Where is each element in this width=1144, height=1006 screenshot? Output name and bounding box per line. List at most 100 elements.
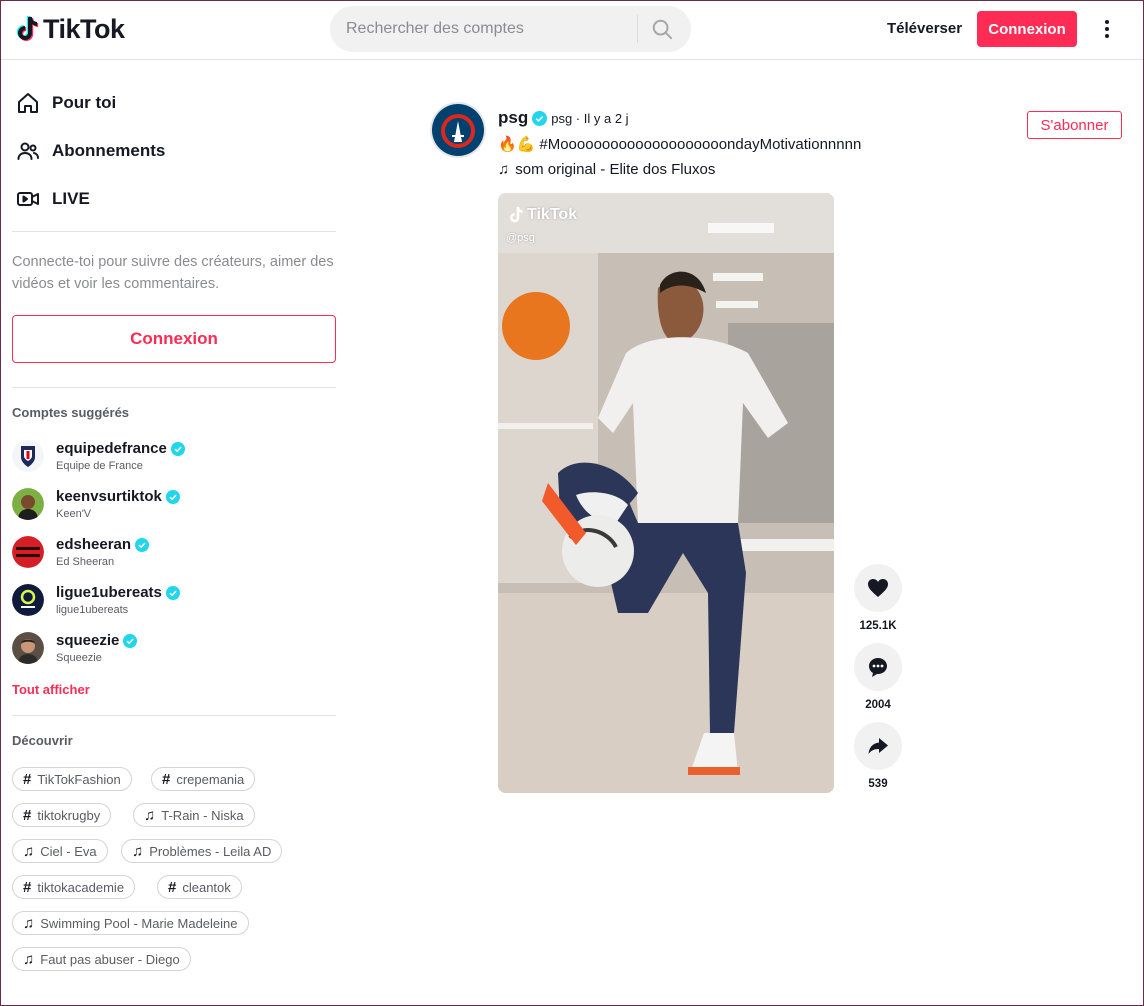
heart-icon — [868, 579, 888, 597]
verified-icon — [165, 489, 180, 504]
share-button[interactable] — [854, 722, 902, 770]
suggested-account[interactable]: equipedefrance Equipe de France — [12, 440, 312, 480]
watermark-text: TikTok — [527, 206, 578, 223]
sidebar-divider — [12, 387, 336, 388]
share-count: 539 — [868, 778, 888, 790]
tag-label: T-Rain - Niska — [161, 807, 244, 823]
video-player[interactable]: TikTok @psg — [498, 193, 834, 793]
search-icon — [652, 19, 673, 40]
music-note-icon: ♫ — [132, 842, 144, 860]
post-author-meta: psg · Il y a 2 j — [551, 110, 629, 126]
search-bar — [330, 6, 691, 52]
search-input[interactable] — [346, 20, 636, 38]
caption-hashtag[interactable]: #MoooooooooooooooooooondayMotivationnnnn — [539, 136, 861, 153]
suggested-account[interactable]: squeezie Squeezie — [12, 632, 312, 672]
comment-icon — [869, 658, 887, 677]
suggested-nickname: Squeezie — [56, 652, 102, 664]
suggested-username: ligue1ubereats — [56, 584, 162, 601]
music-title: som original - Elite dos Fluxos — [515, 161, 716, 178]
users-icon — [17, 142, 39, 160]
nav-label: Pour toi — [52, 93, 117, 112]
hashtag-icon: # — [168, 878, 177, 896]
music-note-icon: ♫ — [498, 161, 510, 178]
nav-item-for-you[interactable]: Pour toi — [16, 87, 116, 119]
video-watermark: TikTok — [508, 205, 577, 225]
suggested-username: keenvsurtiktok — [56, 488, 162, 505]
live-icon — [17, 192, 39, 206]
watermark-handle: @psg — [506, 232, 535, 244]
suggested-accounts-title: Comptes suggérés — [12, 405, 130, 420]
comment-button[interactable] — [854, 643, 902, 691]
discover-tag[interactable]: # tiktokrugby — [12, 803, 112, 827]
tag-label: Swimming Pool - Marie Madeleine — [40, 915, 238, 931]
discover-tag[interactable]: # cleantok — [157, 875, 242, 899]
suggested-account[interactable]: edsheeran Ed Sheeran — [12, 536, 312, 576]
upload-link[interactable]: Téléverser — [887, 20, 962, 37]
tag-label: tiktokacademie — [37, 879, 125, 895]
post-caption: 🔥💪 #MoooooooooooooooooooondayMotivationn… — [498, 135, 861, 154]
discover-tag[interactable]: # crepemania — [151, 767, 256, 791]
like-button[interactable] — [854, 564, 902, 612]
logo-text: TikTok — [43, 13, 125, 44]
follow-button[interactable]: S'abonner — [1027, 111, 1122, 139]
suggested-account[interactable]: keenvsurtiktok Keen'V — [12, 488, 312, 528]
hashtag-icon: # — [23, 770, 32, 788]
tag-label: cleantok — [182, 879, 231, 895]
sidebar-login-button[interactable]: Connexion — [12, 315, 336, 363]
tiktok-logo-icon — [510, 207, 523, 223]
tag-label: Ciel - Eva — [40, 843, 97, 859]
sidebar-divider — [12, 231, 336, 232]
tag-label: Faut pas abuser - Diego — [40, 951, 180, 967]
music-note-icon: ♫ — [23, 914, 35, 932]
nav-item-live[interactable]: LIVE — [16, 183, 90, 215]
discover-tag[interactable]: ♫ Ciel - Eva — [12, 839, 108, 863]
discover-tag[interactable]: ♫ Problèmes - Leila AD — [121, 839, 283, 863]
discover-tag[interactable]: # tiktokacademie — [12, 875, 136, 899]
nav-label: Abonnements — [52, 141, 166, 160]
avatar — [12, 632, 44, 664]
suggested-nickname: ligue1ubereats — [56, 604, 129, 616]
share-icon — [868, 738, 888, 754]
sidebar: Pour toi Abonnements LIVE Connecte-toi p… — [0, 60, 348, 1006]
hashtag-icon: # — [23, 878, 32, 896]
nav-label: LIVE — [52, 189, 90, 208]
tiktok-logo[interactable]: TikTok — [15, 12, 125, 46]
discover-tag[interactable]: ♫ Faut pas abuser - Diego — [12, 947, 191, 971]
verified-icon — [532, 110, 548, 126]
tag-label: crepemania — [176, 771, 245, 787]
suggested-account[interactable]: ligue1ubereats ligue1ubereats — [12, 584, 312, 624]
top-header: TikTok Téléverser Connexion — [0, 0, 1144, 60]
suggested-username: edsheeran — [56, 536, 132, 553]
nav-item-following[interactable]: Abonnements — [16, 135, 165, 167]
video-frame — [498, 193, 834, 793]
hashtag-icon: # — [23, 806, 32, 824]
comment-count: 2004 — [865, 699, 891, 711]
login-prompt-text: Connecte-toi pour suivre des créateurs, … — [12, 254, 334, 292]
more-vertical-icon[interactable] — [1096, 16, 1118, 42]
search-button[interactable] — [650, 17, 674, 41]
suggested-nickname: Keen'V — [56, 508, 92, 520]
suggested-nickname: Ed Sheeran — [56, 556, 115, 568]
music-note-icon: ♫ — [23, 950, 35, 968]
discover-tag[interactable]: ♫ Swimming Pool - Marie Madeleine — [12, 911, 249, 935]
tag-label: Problèmes - Leila AD — [149, 843, 272, 859]
post-music[interactable]: ♫ som original - Elite dos Fluxos — [498, 161, 715, 178]
verified-icon — [135, 537, 150, 552]
verified-icon — [123, 633, 138, 648]
post-author-name[interactable]: psg — [498, 108, 528, 128]
avatar — [12, 488, 44, 520]
suggested-nickname: Equipe de France — [56, 460, 143, 472]
header-login-button[interactable]: Connexion — [977, 11, 1077, 47]
suggested-username: equipedefrance — [56, 440, 167, 457]
post-author-line: psg psg · Il y a 2 j — [498, 108, 629, 128]
discover-tag[interactable]: ♫ T-Rain - Niska — [133, 803, 255, 827]
verified-icon — [170, 441, 185, 456]
tag-label: tiktokrugby — [37, 807, 101, 823]
discover-tag[interactable]: # TikTokFashion — [12, 767, 132, 791]
avatar — [12, 440, 44, 472]
avatar — [12, 584, 44, 616]
post-author-avatar[interactable] — [430, 102, 486, 158]
see-all-link[interactable]: Tout afficher — [12, 682, 90, 697]
suggested-username: squeezie — [56, 632, 120, 649]
search-divider — [637, 15, 638, 43]
